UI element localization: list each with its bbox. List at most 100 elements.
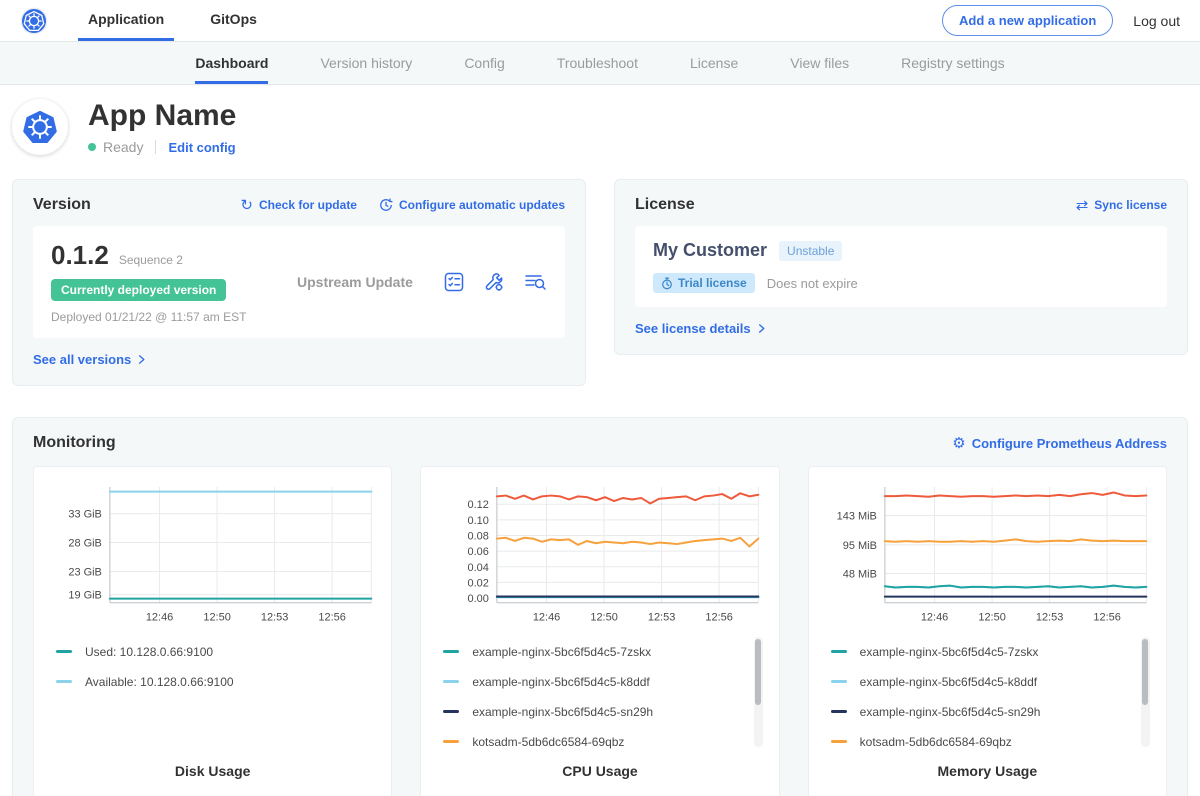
sync-icon: ⇄ [1076,198,1089,213]
nav-tab-application[interactable]: Application [78,0,174,41]
kubernetes-logo-icon[interactable] [20,0,48,41]
monitoring-title: Monitoring [33,434,116,452]
see-license-details-link[interactable]: See license details [635,321,767,336]
memory-usage-legend: example-nginx-5bc6f5d4c5-7zskx example-ng… [821,635,1154,753]
view-logs-icon[interactable] [523,271,547,293]
deployed-status-badge: Currently deployed version [51,279,226,301]
channel-badge: Unstable [779,241,842,261]
legend-item: kotsadm-5db6dc6584-69qbz [831,727,1130,753]
subnav-item-troubleshoot[interactable]: Troubleshoot [557,42,638,84]
config-wrench-icon[interactable] [483,271,505,293]
configure-automatic-updates-link[interactable]: Configure automatic updates [379,198,565,212]
subnav-item-view-files[interactable]: View files [790,42,849,84]
legend-item: example-nginx-5bc6f5d4c5-k8ddf [443,667,742,697]
legend-label: Available: 10.128.0.66:9100 [85,675,234,689]
version-number: 0.1.2 [51,240,109,271]
monitoring-section: Monitoring ⚙ Configure Prometheus Addres… [12,417,1188,796]
app-header: App Name Ready Edit config [0,85,1200,169]
subnav-item-version-history[interactable]: Version history [320,42,412,84]
license-expiry: Does not expire [767,276,858,291]
legend-label: example-nginx-5bc6f5d4c5-7zskx [860,645,1039,659]
svg-text:12:50: 12:50 [978,612,1005,624]
svg-text:0.02: 0.02 [468,577,489,589]
memory-usage-title: Memory Usage [821,753,1154,793]
legend-scrollbar[interactable] [754,637,763,747]
version-source-label: Upstream Update [297,274,413,290]
legend-scrollbar-thumb[interactable] [755,639,761,705]
chevron-right-icon [756,323,767,334]
top-nav: ApplicationGitOps Add a new application … [0,0,1200,42]
disk-usage-card: 19 GiB23 GiB28 GiB33 GiB12:4612:5012:531… [33,466,392,796]
refresh-icon: ↻ [240,198,253,213]
customer-name: My Customer [653,240,767,261]
kubernetes-app-icon [12,99,68,155]
svg-text:12:56: 12:56 [706,612,733,624]
svg-text:28 GiB: 28 GiB [68,538,102,550]
clock-refresh-icon [379,198,393,212]
legend-dash-icon [831,680,847,683]
legend-dash-icon [831,650,847,653]
check-for-update-link[interactable]: ↻ Check for update [240,198,357,213]
svg-text:0.00: 0.00 [468,593,489,605]
legend-item: kotsadm-5db6dc6584-69qbz [443,727,742,753]
legend-dash-icon [443,680,459,683]
svg-text:143 MiB: 143 MiB [836,511,876,523]
app-status-label: Ready [103,139,143,155]
legend-item: Available: 10.128.0.66:9100 [56,667,355,697]
legend-item: example-nginx-5bc6f5d4c5-sn29h [831,697,1130,727]
legend-dash-icon [831,740,847,743]
svg-text:95 MiB: 95 MiB [842,540,876,552]
svg-text:12:46: 12:46 [146,612,173,624]
subnav-item-registry-settings[interactable]: Registry settings [901,42,1004,84]
see-all-versions-link[interactable]: See all versions [33,352,147,367]
deployed-timestamp: Deployed 01/21/22 @ 11:57 am EST [51,310,291,324]
svg-text:12:53: 12:53 [648,612,675,624]
legend-dash-icon [443,650,459,653]
svg-text:48 MiB: 48 MiB [842,568,876,580]
divider [155,140,156,154]
stopwatch-icon [661,277,673,290]
legend-label: example-nginx-5bc6f5d4c5-sn29h [860,705,1041,719]
license-card: License ⇄ Sync license My Customer Unsta… [614,179,1188,355]
svg-text:19 GiB: 19 GiB [68,590,102,602]
disk-usage-plot: 19 GiB23 GiB28 GiB33 GiB12:4612:5012:531… [46,479,379,629]
legend-label: kotsadm-5db6dc6584-69qbz [860,735,1012,749]
legend-item: example-nginx-5bc6f5d4c5-7zskx [831,637,1130,667]
app-sub-nav: Dashboard Version history Config Troublesho… [0,42,1200,85]
nav-tab-gitops[interactable]: GitOps [200,0,267,41]
trial-license-badge: Trial license [653,273,755,293]
cpu-usage-title: CPU Usage [433,753,766,793]
svg-text:0.12: 0.12 [468,499,489,511]
svg-text:12:53: 12:53 [1036,612,1063,624]
configure-prometheus-link[interactable]: ⚙ Configure Prometheus Address [952,436,1167,451]
memory-usage-plot: 48 MiB95 MiB143 MiB12:4612:5012:5312:56 [821,479,1154,629]
preflight-checks-icon[interactable] [443,271,465,293]
legend-label: example-nginx-5bc6f5d4c5-7zskx [472,645,651,659]
license-card-title: License [635,196,695,214]
logout-link[interactable]: Log out [1133,13,1180,29]
gear-icon: ⚙ [952,436,965,451]
legend-scrollbar-thumb[interactable] [1142,639,1148,705]
version-card: Version ↻ Check for update Configure aut… [12,179,586,386]
primary-nav-tabs: Application GitOps [78,0,293,41]
svg-text:12:56: 12:56 [318,612,345,624]
legend-dash-icon [56,650,72,653]
chevron-right-icon [136,354,147,365]
disk-usage-legend: Used: 10.128.0.66:9100Available: 10.128.… [46,635,379,753]
add-application-button[interactable]: Add a new application [942,5,1113,36]
subnav-item-license[interactable]: License [690,42,738,84]
memory-usage-card: 48 MiB95 MiB143 MiB12:4612:5012:5312:56e… [808,466,1167,796]
sync-license-link[interactable]: ⇄ Sync license [1076,198,1167,213]
svg-text:12:50: 12:50 [591,612,618,624]
edit-config-link[interactable]: Edit config [168,140,235,155]
legend-scrollbar[interactable] [1141,637,1150,747]
subnav-item-config[interactable]: Config [464,42,504,84]
subnav-item-dashboard[interactable]: Dashboard [195,42,268,84]
legend-item: example-nginx-5bc6f5d4c5-k8ddf [831,667,1130,697]
svg-text:0.10: 0.10 [468,515,489,527]
page-title: App Name [88,99,236,133]
disk-usage-title: Disk Usage [46,753,379,793]
legend-label: example-nginx-5bc6f5d4c5-k8ddf [472,675,649,689]
svg-text:12:50: 12:50 [203,612,230,624]
current-version-row: 0.1.2 Sequence 2 Currently deployed vers… [33,226,565,338]
